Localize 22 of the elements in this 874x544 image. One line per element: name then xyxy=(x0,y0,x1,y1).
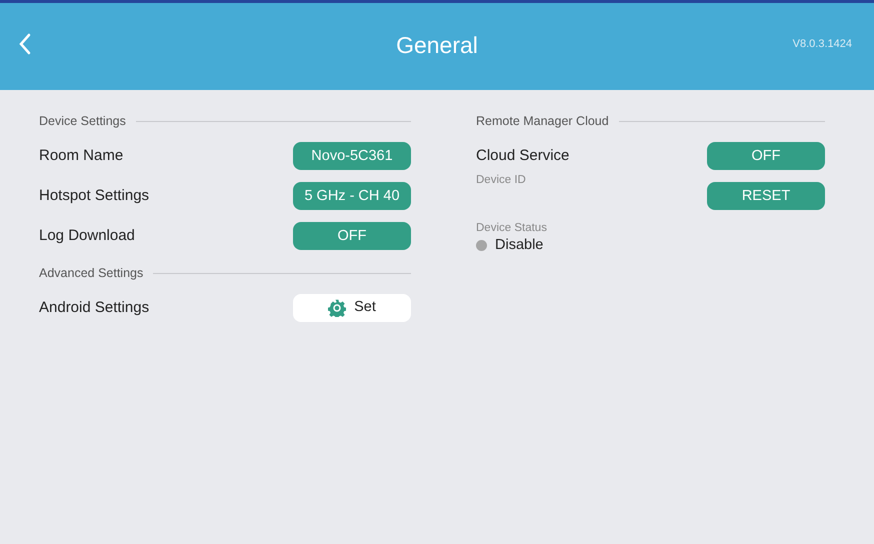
setting-label: Room Name xyxy=(39,146,124,166)
device-id-label: Device ID xyxy=(476,173,526,188)
cloud-service-button[interactable]: OFF xyxy=(707,142,825,170)
setting-button[interactable]: 5 GHz - CH 40 xyxy=(293,182,411,210)
status-dot xyxy=(476,240,487,252)
setting-label: Hotspot Settings xyxy=(39,186,150,206)
section-heading: Device Settings xyxy=(39,112,126,130)
setting-button[interactable]: Novo-5C361 xyxy=(293,142,411,170)
section-heading: Remote Manager Cloud xyxy=(476,112,609,130)
setting-label: Cloud Service xyxy=(476,146,570,166)
setting-label: Android Settings xyxy=(39,298,150,318)
set-button[interactable]: Set xyxy=(293,294,411,322)
gear-icon xyxy=(328,299,346,317)
page-title: General xyxy=(396,32,478,58)
device-status-label: Device Status xyxy=(476,222,548,235)
setting-button[interactable]: OFF xyxy=(293,222,411,250)
setting-label: Log Download xyxy=(39,226,135,246)
version-label: V8.0.3.1424 xyxy=(792,37,852,52)
status-value: Disable xyxy=(495,236,544,255)
back-icon xyxy=(18,33,32,55)
reset-button[interactable]: RESET xyxy=(707,182,825,210)
section-heading: Advanced Settings xyxy=(39,264,144,282)
